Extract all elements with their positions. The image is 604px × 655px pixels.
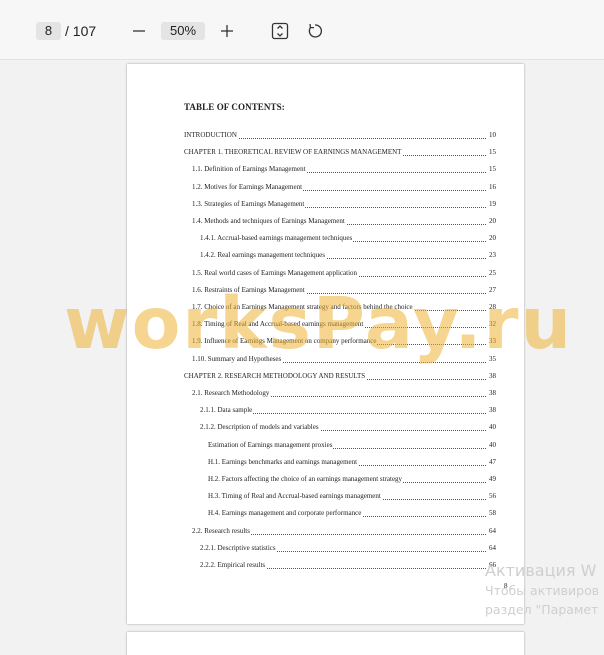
- toc-entry-title: 1.7. Choice of an Earnings Management st…: [192, 303, 414, 311]
- toc-entry[interactable]: 1.4. Methods and techniques of Earnings …: [127, 217, 524, 228]
- document-page: TABLE OF CONTENTS: INTRODUCTION 10 CHAPTER…: [127, 64, 524, 624]
- toc-entry-page: 32: [489, 320, 496, 329]
- toc-entry[interactable]: 2.1.1. Data sample 38: [127, 406, 524, 417]
- zoom-in-button[interactable]: [216, 20, 238, 42]
- toc-entry-page: 38: [489, 371, 496, 380]
- toc-entry-title: H.1. Earnings benchmarks and earnings ma…: [208, 457, 359, 466]
- toc-entry[interactable]: 2.1.2. Description of models and variabl…: [127, 423, 524, 434]
- pdf-toolbar: 8 / 107 50%: [0, 0, 604, 60]
- toc-entry-page: 58: [489, 509, 496, 518]
- toc-entry[interactable]: 1.10. Summary and Hypotheses 35: [127, 354, 524, 366]
- toc-entry-page: 33: [489, 337, 496, 346]
- toc-entry-title: 2.1.1. Data sample: [200, 406, 254, 415]
- plus-icon: [221, 25, 233, 37]
- toc-entry-title: 1.4.1. Accrual-based earnings management…: [200, 234, 354, 243]
- toc-entry-page: 28: [489, 303, 496, 311]
- toc-entry-title: 1.2. Motives for Earnings Management: [192, 182, 304, 191]
- minus-icon: [133, 30, 145, 32]
- toc-title: TABLE OF CONTENTS:: [184, 102, 285, 112]
- toc-entry[interactable]: INTRODUCTION 10: [127, 131, 524, 142]
- toc-entry-title: 1.9. Influence of Earnings Management on…: [192, 337, 378, 346]
- toc-entry[interactable]: 1.1. Definition of Earnings Management 15: [127, 165, 524, 176]
- toc-entry-page: 49: [489, 475, 496, 483]
- toc-entry-title: CHAPTER 1. THEORETICAL REVIEW OF EARNING…: [184, 148, 403, 157]
- toc-entry-title: H.3. Timing of Real and Accrual-based ea…: [208, 492, 382, 501]
- toc-entry[interactable]: 1.8. Timing of Real and Accrual-based ea…: [127, 320, 524, 331]
- toc-entry-title: H.2. Factors affecting the choice of an …: [208, 475, 404, 483]
- toc-entry-title: 1.8. Timing of Real and Accrual-based ea…: [192, 320, 365, 329]
- fit-page-icon: [271, 22, 289, 40]
- toc-entry-title: 1.4. Methods and techniques of Earnings …: [192, 217, 346, 225]
- toc-entry-page: 25: [489, 268, 496, 277]
- page-number-input[interactable]: 8: [36, 22, 61, 40]
- page-total-label: / 107: [65, 23, 97, 39]
- toc-entry[interactable]: 1.6. Restraints of Earnings Management 27: [127, 285, 524, 297]
- toc-entry-page: 15: [489, 165, 496, 174]
- toc-entry[interactable]: 2.2. Research results 64: [127, 526, 524, 538]
- toc-entry[interactable]: CHAPTER 2. RESEARCH METHODOLOGY AND RESU…: [127, 371, 524, 383]
- toc-entry-page: 19: [489, 199, 496, 208]
- toc-entry-page: 35: [489, 354, 496, 363]
- toc-entry-page: 23: [489, 251, 496, 260]
- toc-entry-page: 38: [489, 406, 496, 415]
- toc-entry[interactable]: 1.7. Choice of an Earnings Management st…: [127, 303, 524, 314]
- toc-entry-page: 66: [489, 561, 496, 569]
- toc-entry-page: 20: [489, 217, 496, 225]
- toc-entry-page: 10: [489, 131, 496, 139]
- toc-entry[interactable]: 1.3. Strategies of Earnings Management 19: [127, 199, 524, 211]
- toc-entry[interactable]: 1.2. Motives for Earnings Management 16: [127, 182, 524, 194]
- toc-entry-page: 64: [489, 526, 496, 535]
- toc-entry-page: 64: [489, 543, 496, 552]
- toc-entry[interactable]: H.4. Earnings management and corporate p…: [127, 509, 524, 520]
- rotate-button[interactable]: [304, 20, 326, 42]
- toc-entry-page: 47: [489, 457, 496, 466]
- toc-entry-title: INTRODUCTION: [184, 131, 238, 139]
- toc-entry-title: 2.1.2. Description of models and variabl…: [200, 423, 320, 432]
- toc-entry-title: Estimation of Earnings management proxie…: [208, 440, 334, 449]
- zoom-out-button[interactable]: [128, 20, 150, 42]
- toc-entry-page: 38: [489, 389, 496, 397]
- toc-entry-page: 15: [489, 148, 496, 157]
- toc-entry-title: 1.1. Definition of Earnings Management: [192, 165, 307, 174]
- toc-entry[interactable]: 1.4.2. Real earnings management techniqu…: [127, 251, 524, 262]
- toc-entry-title: 2.1. Research Methodology: [192, 389, 271, 397]
- fit-to-page-button[interactable]: [269, 20, 291, 42]
- toc-entry[interactable]: H.3. Timing of Real and Accrual-based ea…: [127, 492, 524, 503]
- toc-entry-page: 40: [489, 423, 496, 432]
- toc-entry-page: 40: [489, 440, 496, 449]
- page-footer-number: 8: [504, 582, 508, 590]
- toc-entry-title: 2.2.1. Descriptive statistics: [200, 543, 277, 552]
- toc-entry[interactable]: CHAPTER 1. THEORETICAL REVIEW OF EARNING…: [127, 148, 524, 159]
- toc-entry-page: 56: [489, 492, 496, 501]
- toc-entry-page: 16: [489, 182, 496, 191]
- toc-entry[interactable]: Estimation of Earnings management proxie…: [127, 440, 524, 452]
- toc-entry[interactable]: 1.9. Influence of Earnings Management on…: [127, 337, 524, 348]
- toc-entry[interactable]: 2.2.1. Descriptive statistics 64: [127, 543, 524, 555]
- toc-entry-title: 1.4.2. Real earnings management techniqu…: [200, 251, 326, 260]
- toc-entry-title: H.4. Earnings management and corporate p…: [208, 509, 363, 518]
- toc-entry[interactable]: 1.5. Real world cases of Earnings Manage…: [127, 268, 524, 280]
- next-document-page: [127, 632, 524, 655]
- toc-entry[interactable]: 1.4.1. Accrual-based earnings management…: [127, 234, 524, 245]
- toc-entry-title: 2.2.2. Empirical results: [200, 561, 267, 569]
- toc-entry-page: 20: [489, 234, 496, 243]
- rotate-icon: [308, 23, 323, 38]
- toc-entry[interactable]: 2.2.2. Empirical results 66: [127, 561, 524, 572]
- toc-entry[interactable]: H.2. Factors affecting the choice of an …: [127, 475, 524, 486]
- toc-entry-title: 1.6. Restraints of Earnings Management: [192, 285, 306, 294]
- toc-entry-title: CHAPTER 2. RESEARCH METHODOLOGY AND RESU…: [184, 371, 367, 380]
- toc-entry-page: 27: [489, 285, 496, 294]
- toc-entry-title: 2.2. Research results: [192, 526, 251, 535]
- toc-entry-title: 1.10. Summary and Hypotheses: [192, 354, 283, 363]
- toc-entry[interactable]: H.1. Earnings benchmarks and earnings ma…: [127, 457, 524, 469]
- toc-entry[interactable]: 2.1. Research Methodology 38: [127, 389, 524, 400]
- toc-entry-title: 1.5. Real world cases of Earnings Manage…: [192, 268, 359, 277]
- toc-entry-title: 1.3. Strategies of Earnings Management: [192, 199, 306, 208]
- zoom-level-field[interactable]: 50%: [161, 22, 205, 40]
